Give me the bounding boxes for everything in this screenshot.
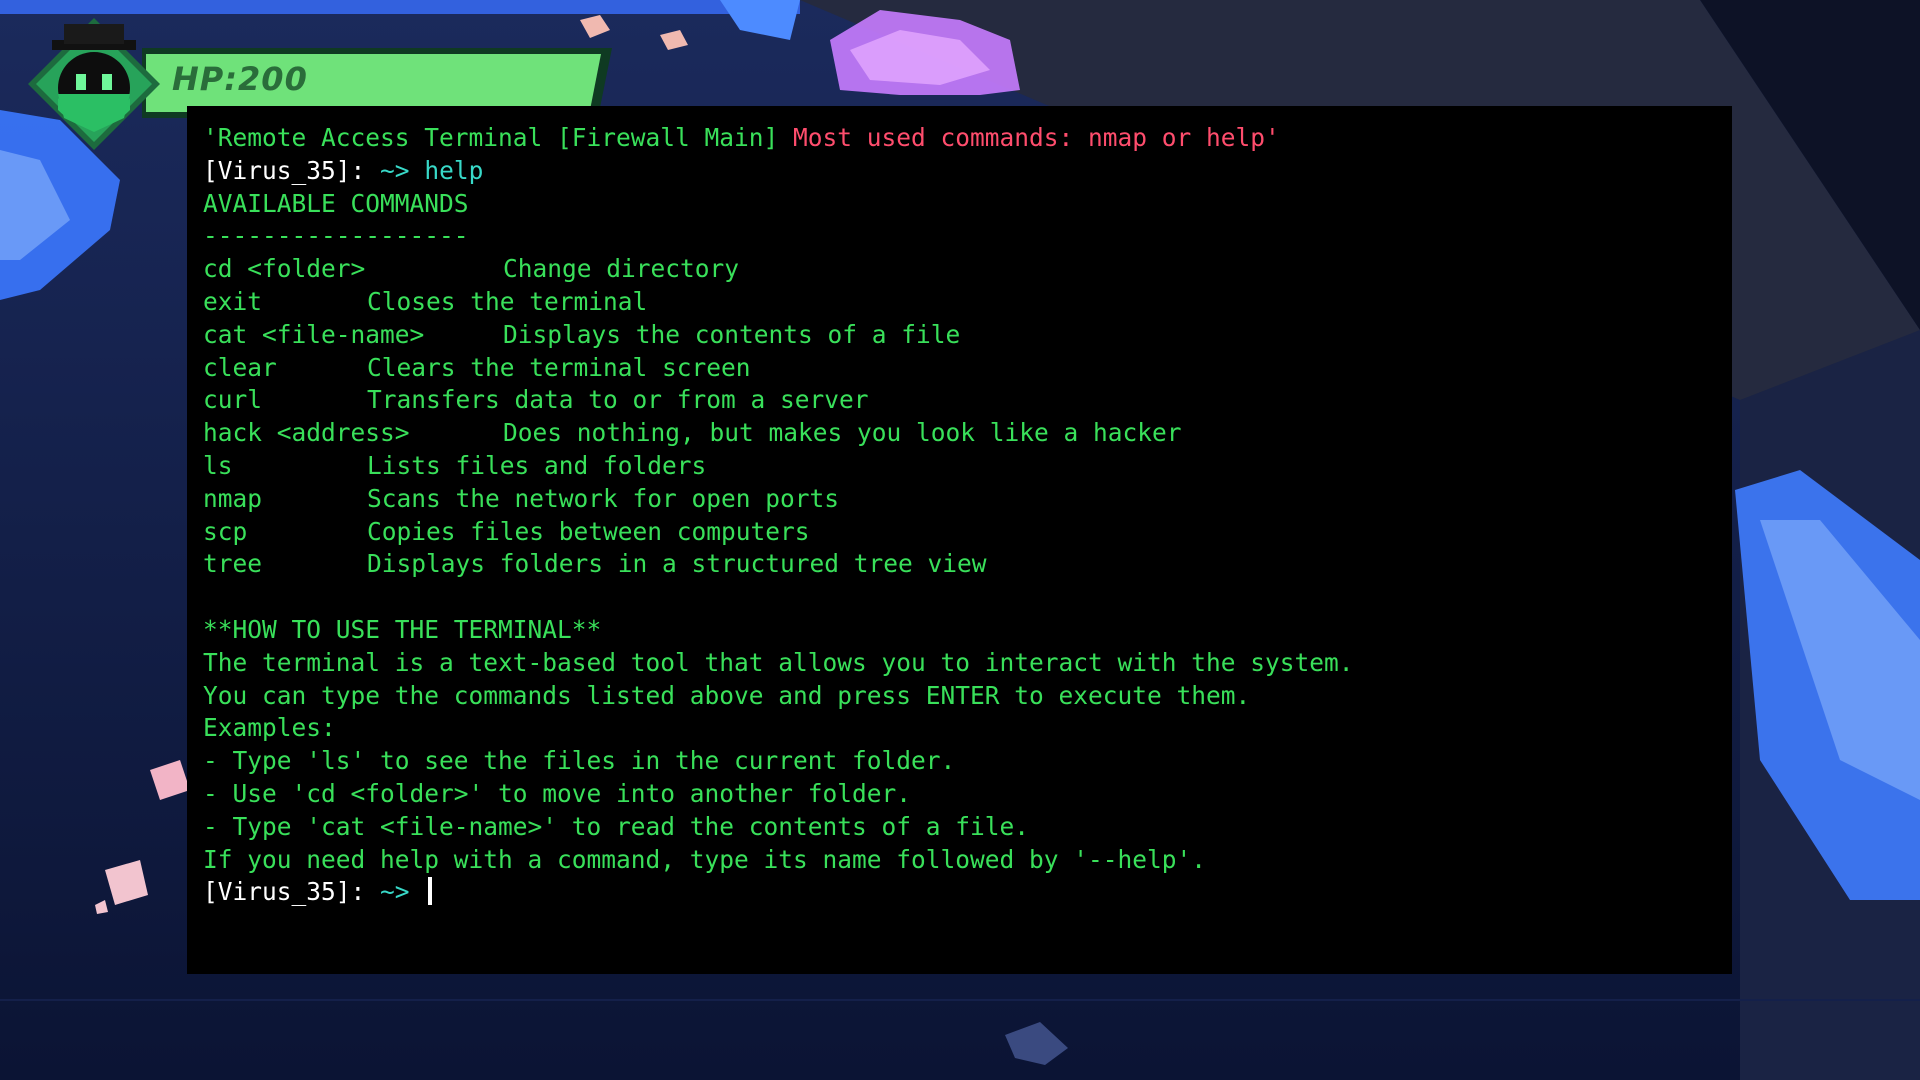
command-desc: Does nothing, but makes you look like a …: [503, 418, 1182, 448]
prompt-user: [Virus_35]: [203, 877, 351, 907]
command-name: tree: [203, 549, 263, 579]
howto-line: Examples:: [203, 713, 336, 743]
input-prompt-line[interactable]: [Virus_35]: ~>: [203, 876, 1716, 909]
prompt-path: ~>: [380, 155, 410, 185]
section-separator: ------------------: [203, 221, 469, 251]
howto-line: - Type 'cat <file-name>' to read the con…: [203, 811, 1030, 841]
terminal-header: 'Remote Access Terminal [Firewall Main] …: [203, 122, 1716, 155]
terminal-hint: Most used commands: nmap or help': [793, 123, 1280, 152]
howto-line: - Type 'ls' to see the files in the curr…: [203, 746, 956, 776]
command-row: hack <address> Does nothing, but makes yo…: [203, 417, 1716, 450]
howto-line: You can type the commands listed above a…: [203, 680, 1251, 710]
command-row: exit Closes the terminal: [203, 286, 1716, 319]
command-row: curl Transfers data to or from a server: [203, 384, 1716, 417]
terminal-window[interactable]: 'Remote Access Terminal [Firewall Main] …: [187, 106, 1732, 974]
command-name: cat <file-name>: [203, 319, 425, 349]
command-name: exit: [203, 286, 263, 316]
command-desc: Closes the terminal: [367, 286, 648, 316]
howto-line: If you need help with a command, type it…: [203, 844, 1207, 874]
command-desc: Copies files between computers: [367, 516, 810, 546]
command-desc: Scans the network for open ports: [367, 483, 840, 513]
prompt-separator: :: [350, 155, 366, 185]
command-row: cd <folder> Change directory: [203, 253, 1716, 286]
prompt-line: [Virus_35]: ~> help: [203, 155, 1716, 188]
command-name: scp: [203, 516, 248, 546]
command-name: ls: [203, 450, 233, 480]
howto-title: **HOW TO USE THE TERMINAL**: [203, 614, 602, 644]
command-name: cd <folder>: [203, 254, 366, 284]
command-row: scp Copies files between computers: [203, 516, 1716, 549]
command-row: clear Clears the terminal screen: [203, 352, 1716, 385]
prompt-separator: :: [350, 877, 366, 907]
command-name: nmap: [203, 483, 263, 513]
command-row: tree Displays folders in a structured tre…: [203, 548, 1716, 581]
command-desc: Change directory: [503, 254, 740, 284]
command-name: curl: [203, 385, 263, 415]
command-name: hack <address>: [203, 418, 410, 448]
command-desc: Displays the contents of a file: [503, 319, 961, 349]
command-row: nmap Scans the network for open ports: [203, 483, 1716, 516]
prompt-path: ~>: [380, 877, 410, 907]
command-desc: Clears the terminal screen: [367, 352, 751, 382]
command-desc: Lists files and folders: [367, 450, 707, 480]
command-name: clear: [203, 352, 277, 382]
prompt-user: [Virus_35]: [203, 155, 351, 185]
command-row: cat <file-name> Displays the contents of …: [203, 319, 1716, 352]
entered-command: help: [424, 155, 484, 185]
hacker-avatar-icon: [24, 14, 164, 154]
text-cursor: [428, 877, 433, 906]
command-desc: Displays folders in a structured tree vi…: [367, 549, 987, 579]
command-list: cd <folder> Change directory exit Closes t…: [203, 253, 1716, 581]
terminal-title: 'Remote Access Terminal [Firewall Main]: [203, 123, 779, 152]
command-row: ls Lists files and folders: [203, 450, 1716, 483]
howto-line: The terminal is a text-based tool that a…: [203, 647, 1354, 677]
command-desc: Transfers data to or from a server: [367, 385, 869, 415]
section-title: AVAILABLE COMMANDS: [203, 188, 469, 218]
hp-label: HP:200: [172, 60, 308, 98]
howto-line: - Use 'cd <folder>' to move into another…: [203, 778, 912, 808]
